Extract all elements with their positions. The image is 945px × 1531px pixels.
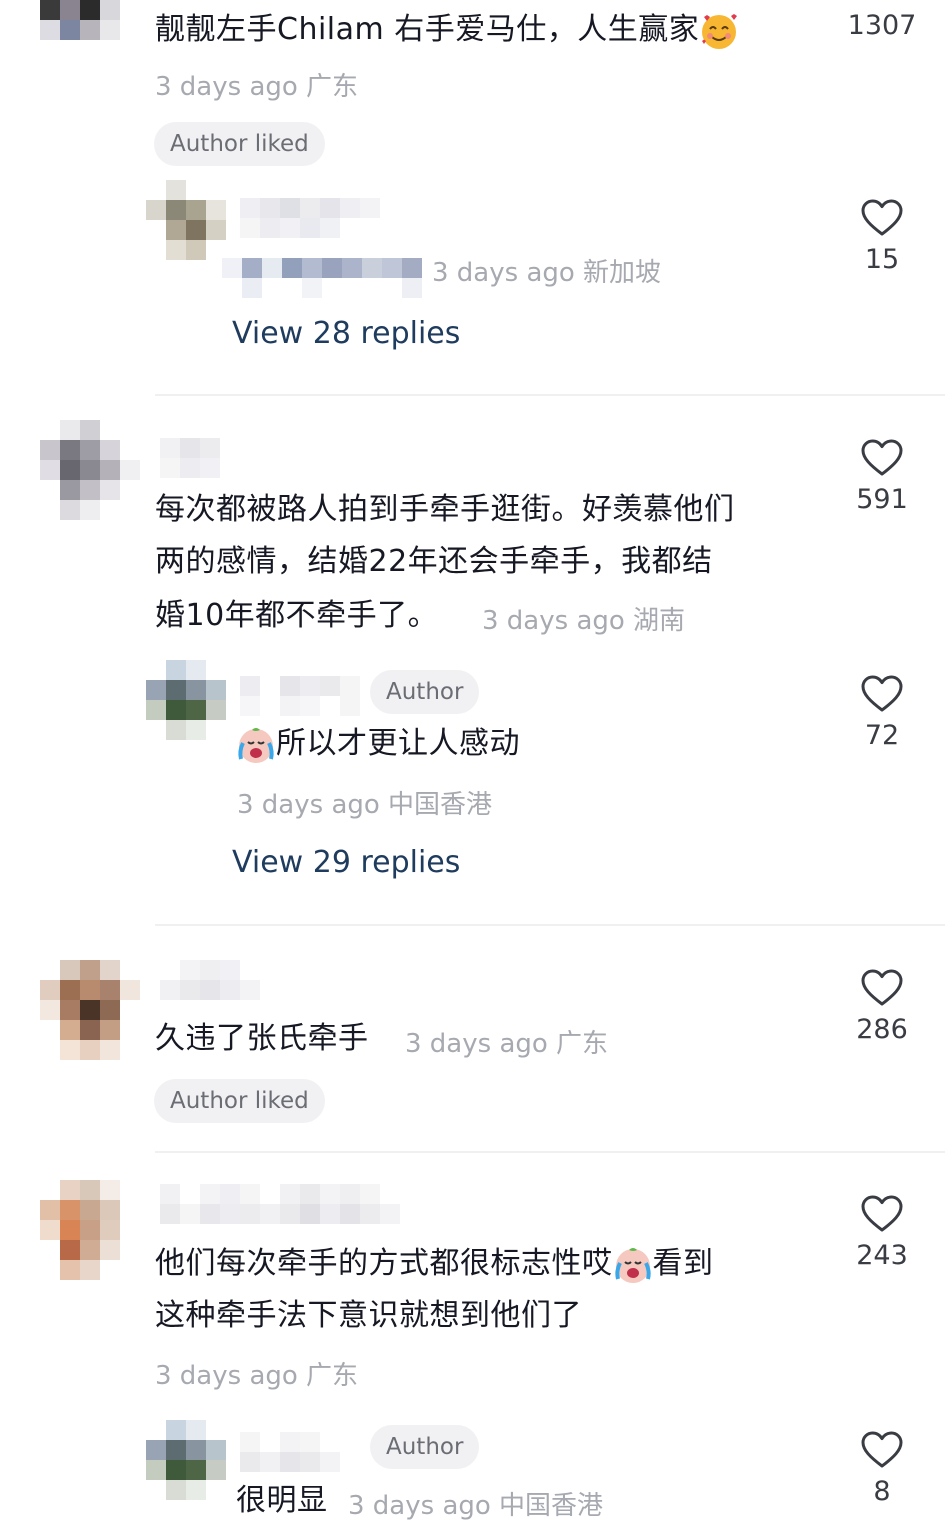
comment-text-line: 婚10年都不牵手了。	[155, 598, 439, 633]
comment-text-part: 看到	[652, 1246, 714, 1281]
avatar[interactable]	[40, 0, 120, 40]
reply-meta: 3 days ago 中国香港	[237, 790, 493, 820]
like-button[interactable]: 72	[842, 674, 922, 751]
loudly-crying-face-emoji-icon	[613, 1245, 653, 1285]
avatar[interactable]	[40, 1180, 140, 1280]
comment-text-line: 这种牵手法下意识就想到他们了	[155, 1298, 582, 1333]
like-button[interactable]: 8	[842, 1430, 922, 1507]
avatar[interactable]	[40, 420, 140, 520]
avatar[interactable]	[40, 960, 140, 1060]
like-button[interactable]: 243	[842, 1194, 922, 1271]
author-tag: Author	[370, 1425, 480, 1469]
comment-username[interactable]	[160, 960, 260, 1000]
reply-text: 很明显	[236, 1483, 328, 1518]
heart-outline-icon	[861, 675, 903, 712]
reply-username[interactable]	[240, 1432, 340, 1472]
like-count: 8	[873, 1476, 891, 1507]
loudly-crying-face-emoji-icon	[236, 725, 276, 765]
like-count: 286	[856, 1014, 908, 1045]
heart-outline-icon	[861, 439, 903, 476]
comment-text-line: 两的感情，结婚22年还会手牵手，我都结	[155, 544, 713, 579]
comment-text-part: 他们每次牵手的方式都很标志性哎	[155, 1246, 613, 1281]
reply-username[interactable]	[240, 676, 360, 716]
comment-text-line: 他们每次牵手的方式都很标志性哎 看到	[155, 1238, 714, 1290]
like-count: 1307	[847, 10, 917, 41]
divider	[155, 924, 945, 926]
divider	[155, 1151, 945, 1153]
comment-meta: 3 days ago 湖南	[482, 606, 686, 636]
reply-meta: 3 days ago 中国香港	[348, 1491, 604, 1521]
comment-meta: 3 days ago 广东	[155, 72, 359, 102]
like-count: 243	[856, 1240, 908, 1271]
smiling-face-with-hearts-emoji-icon	[699, 11, 739, 51]
like-count: 72	[864, 720, 900, 751]
heart-outline-icon	[861, 1431, 903, 1468]
heart-outline-icon	[861, 199, 903, 236]
view-replies-link[interactable]: View 29 replies	[232, 845, 460, 880]
like-button[interactable]: 1307	[842, 10, 922, 41]
reply-text-content: 所以才更让人感动	[276, 726, 520, 761]
heart-outline-icon	[861, 969, 903, 1006]
comment-meta: 3 days ago 广东	[155, 1361, 359, 1391]
comment-text-line: 每次都被路人拍到手牵手逛街。好羡慕他们	[155, 492, 735, 527]
comment-text: 久违了张氏牵手	[155, 1021, 369, 1056]
avatar[interactable]	[146, 1420, 226, 1500]
comment-username[interactable]	[160, 1184, 400, 1224]
divider	[155, 394, 945, 396]
reply-meta: 3 days ago 新加坡	[432, 258, 662, 288]
like-button[interactable]: 591	[842, 438, 922, 515]
comment-meta: 3 days ago 广东	[405, 1029, 609, 1059]
comment-text: 靓靓左手Chilam 右手爱马仕，人生赢家	[155, 4, 739, 56]
comment-username[interactable]	[160, 438, 220, 478]
author-tag: Author	[370, 670, 480, 714]
like-count: 15	[864, 244, 900, 275]
avatar[interactable]	[146, 180, 226, 260]
comment-text-content: 靓靓左手Chilam 右手爱马仕，人生赢家	[155, 12, 700, 47]
view-replies-link[interactable]: View 28 replies	[232, 316, 460, 351]
heart-outline-icon	[861, 1195, 903, 1232]
reply-text: 所以才更让人感动	[236, 718, 520, 770]
like-count: 591	[856, 484, 908, 515]
reply-username[interactable]	[240, 198, 380, 238]
avatar[interactable]	[146, 660, 226, 740]
like-button[interactable]: 15	[842, 198, 922, 275]
author-liked-badge: Author liked	[154, 1079, 325, 1123]
reply-text	[222, 258, 422, 298]
author-liked-badge: Author liked	[154, 122, 325, 166]
like-button[interactable]: 286	[842, 968, 922, 1045]
